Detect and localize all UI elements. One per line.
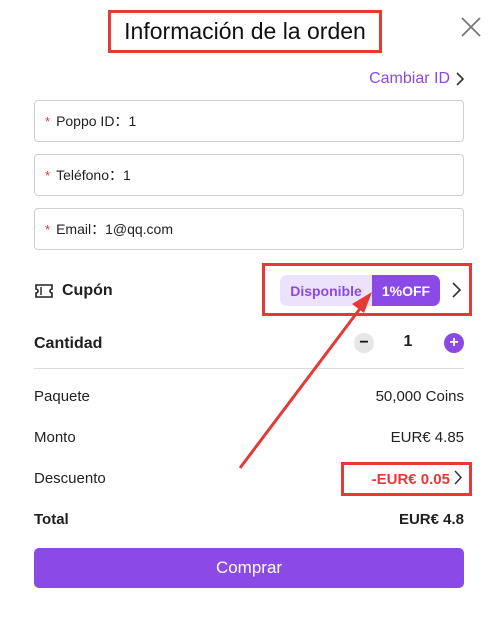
required-asterisk: * [45, 113, 51, 129]
coupon-discount-badge: 1%OFF [372, 275, 440, 306]
email-label: Email： [56, 221, 106, 237]
quantity-value: 1 [403, 333, 413, 350]
coupon-available: Disponible [280, 275, 372, 306]
quantity-label: Cantidad [34, 335, 103, 352]
discount-value[interactable]: -EUR€ 0.05 [372, 471, 450, 488]
package-value: 50,000 Coins [375, 388, 464, 405]
chevron-right-icon [456, 72, 464, 86]
package-label: Paquete [34, 388, 90, 405]
required-asterisk: * [45, 167, 51, 183]
discount-label: Descuento [34, 470, 106, 487]
total-value: EUR€ 4.8 [398, 511, 464, 528]
page-title: Información de la orden [108, 10, 382, 53]
close-icon[interactable] [460, 16, 482, 38]
change-id-label: Cambiar ID [369, 70, 450, 87]
decrease-quantity-button[interactable]: − [354, 333, 374, 353]
phone-field[interactable]: * Teléfono： 1 [34, 154, 464, 196]
poppo-id-field[interactable]: * Poppo ID： 1 [34, 100, 464, 142]
ticket-icon [35, 284, 53, 298]
coupon-selector[interactable]: Disponible 1%OFF [280, 275, 440, 306]
divider [34, 368, 464, 369]
required-asterisk: * [45, 221, 51, 237]
poppo-id-label: Poppo ID： [56, 113, 129, 129]
amount-label: Monto [34, 429, 76, 446]
page-title-text: Información de la orden [124, 18, 366, 44]
increase-quantity-button[interactable]: + [444, 333, 464, 353]
phone-value: 1 [123, 167, 131, 183]
email-field[interactable]: * Email： 1@qq.com [34, 208, 464, 250]
coupon-label: Cupón [62, 282, 113, 299]
phone-label: Teléfono： [56, 167, 123, 183]
poppo-id-value: 1 [128, 113, 137, 129]
amount-value: EUR€ 4.85 [390, 429, 464, 446]
change-id-link[interactable]: Cambiar ID [369, 70, 464, 88]
total-label: Total [34, 511, 69, 528]
chevron-right-icon[interactable] [454, 470, 462, 485]
buy-button[interactable]: Comprar [34, 548, 464, 588]
email-value: 1@qq.com [105, 221, 173, 237]
chevron-right-icon[interactable] [452, 282, 461, 298]
